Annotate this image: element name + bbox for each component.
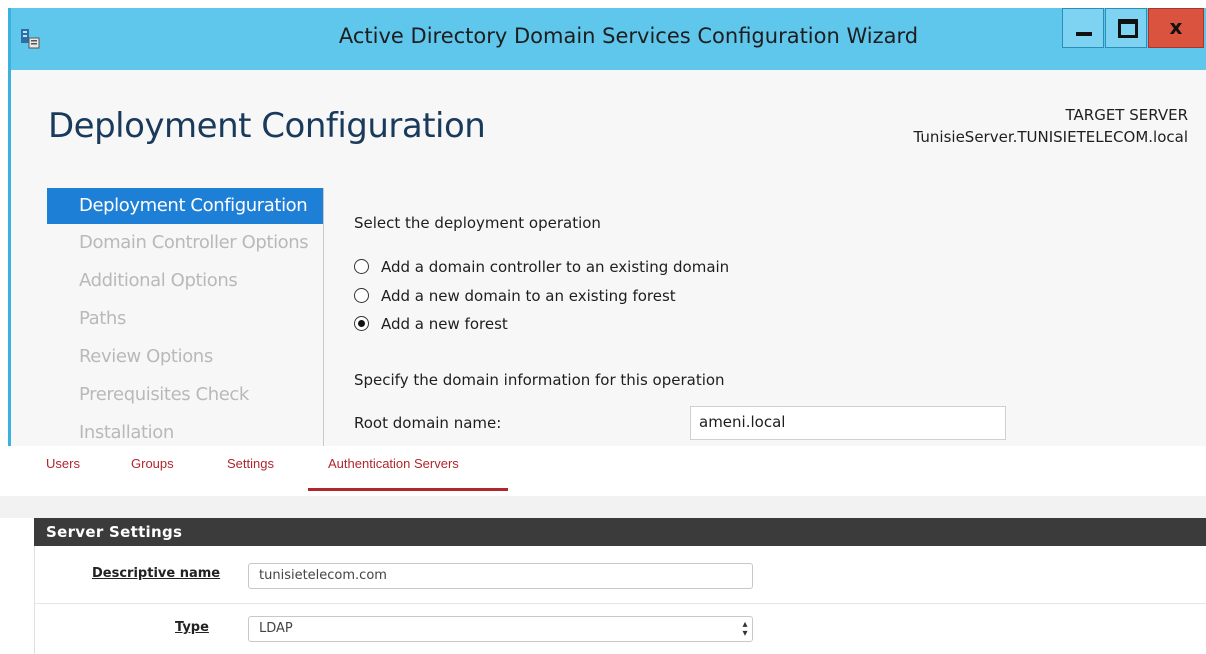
descriptive-name-label: Descriptive name xyxy=(92,566,221,581)
wizard-steps-nav: Deployment Configuration Domain Controll… xyxy=(47,188,324,446)
specify-domain-label: Specify the domain information for this … xyxy=(354,371,725,389)
admin-tabs: Users Groups Settings Authentication Ser… xyxy=(0,446,1206,496)
active-tab-indicator xyxy=(308,488,508,491)
step-paths[interactable]: Paths xyxy=(47,300,323,338)
root-domain-name-label: Root domain name: xyxy=(354,414,502,432)
target-server-info: TARGET SERVER TunisieServer.TUNISIETELEC… xyxy=(914,104,1188,148)
close-icon: x xyxy=(1169,15,1183,39)
form-divider xyxy=(35,603,1206,604)
minimize-button[interactable] xyxy=(1062,8,1104,48)
type-select-value: LDAP xyxy=(259,621,293,636)
radio-button-selected[interactable] xyxy=(354,316,369,331)
step-review-options[interactable]: Review Options xyxy=(47,338,323,376)
server-settings-header: Server Settings xyxy=(34,518,1206,546)
tab-authentication-servers[interactable]: Authentication Servers xyxy=(328,456,459,471)
maximize-button[interactable] xyxy=(1105,8,1147,48)
dropdown-arrow-icon[interactable]: ▴ ▾ xyxy=(740,620,750,639)
server-settings-form: Descriptive name tunisietelecom.com Type… xyxy=(34,546,1206,654)
window-title: Active Directory Domain Services Configu… xyxy=(338,24,919,48)
step-installation[interactable]: Installation xyxy=(47,414,323,446)
page-title: Deployment Configuration xyxy=(48,106,486,146)
radio-button[interactable] xyxy=(354,288,369,303)
target-server-label: TARGET SERVER xyxy=(1065,106,1188,124)
tab-users[interactable]: Users xyxy=(46,456,80,471)
option-add-domain-existing-forest[interactable]: Add a new domain to an existing forest xyxy=(354,287,676,305)
root-domain-name-input[interactable]: ameni.local xyxy=(690,406,1006,440)
option-add-dc-existing-domain[interactable]: Add a domain controller to an existing d… xyxy=(354,258,729,276)
target-server-value: TunisieServer.TUNISIETELECOM.local xyxy=(913,128,1188,146)
tab-groups[interactable]: Groups xyxy=(131,456,174,471)
descriptive-name-input[interactable]: tunisietelecom.com xyxy=(248,563,753,589)
step-deployment-configuration[interactable]: Deployment Configuration xyxy=(47,188,323,224)
tab-settings[interactable]: Settings xyxy=(227,456,274,471)
radio-button[interactable] xyxy=(354,259,369,274)
step-prerequisites-check[interactable]: Prerequisites Check xyxy=(47,376,323,414)
step-domain-controller-options[interactable]: Domain Controller Options xyxy=(47,224,323,262)
title-bar[interactable]: Active Directory Domain Services Configu… xyxy=(11,8,1206,70)
close-button[interactable]: x xyxy=(1148,8,1204,48)
select-operation-label: Select the deployment operation xyxy=(354,214,601,232)
panel-spacer xyxy=(0,496,1206,518)
option-add-new-forest[interactable]: Add a new forest xyxy=(354,315,508,333)
ad-ds-wizard-window: Active Directory Domain Services Configu… xyxy=(8,8,1206,446)
step-additional-options[interactable]: Additional Options xyxy=(47,262,323,300)
type-select[interactable]: LDAP ▴ ▾ xyxy=(248,616,753,642)
type-label: Type xyxy=(175,620,209,635)
